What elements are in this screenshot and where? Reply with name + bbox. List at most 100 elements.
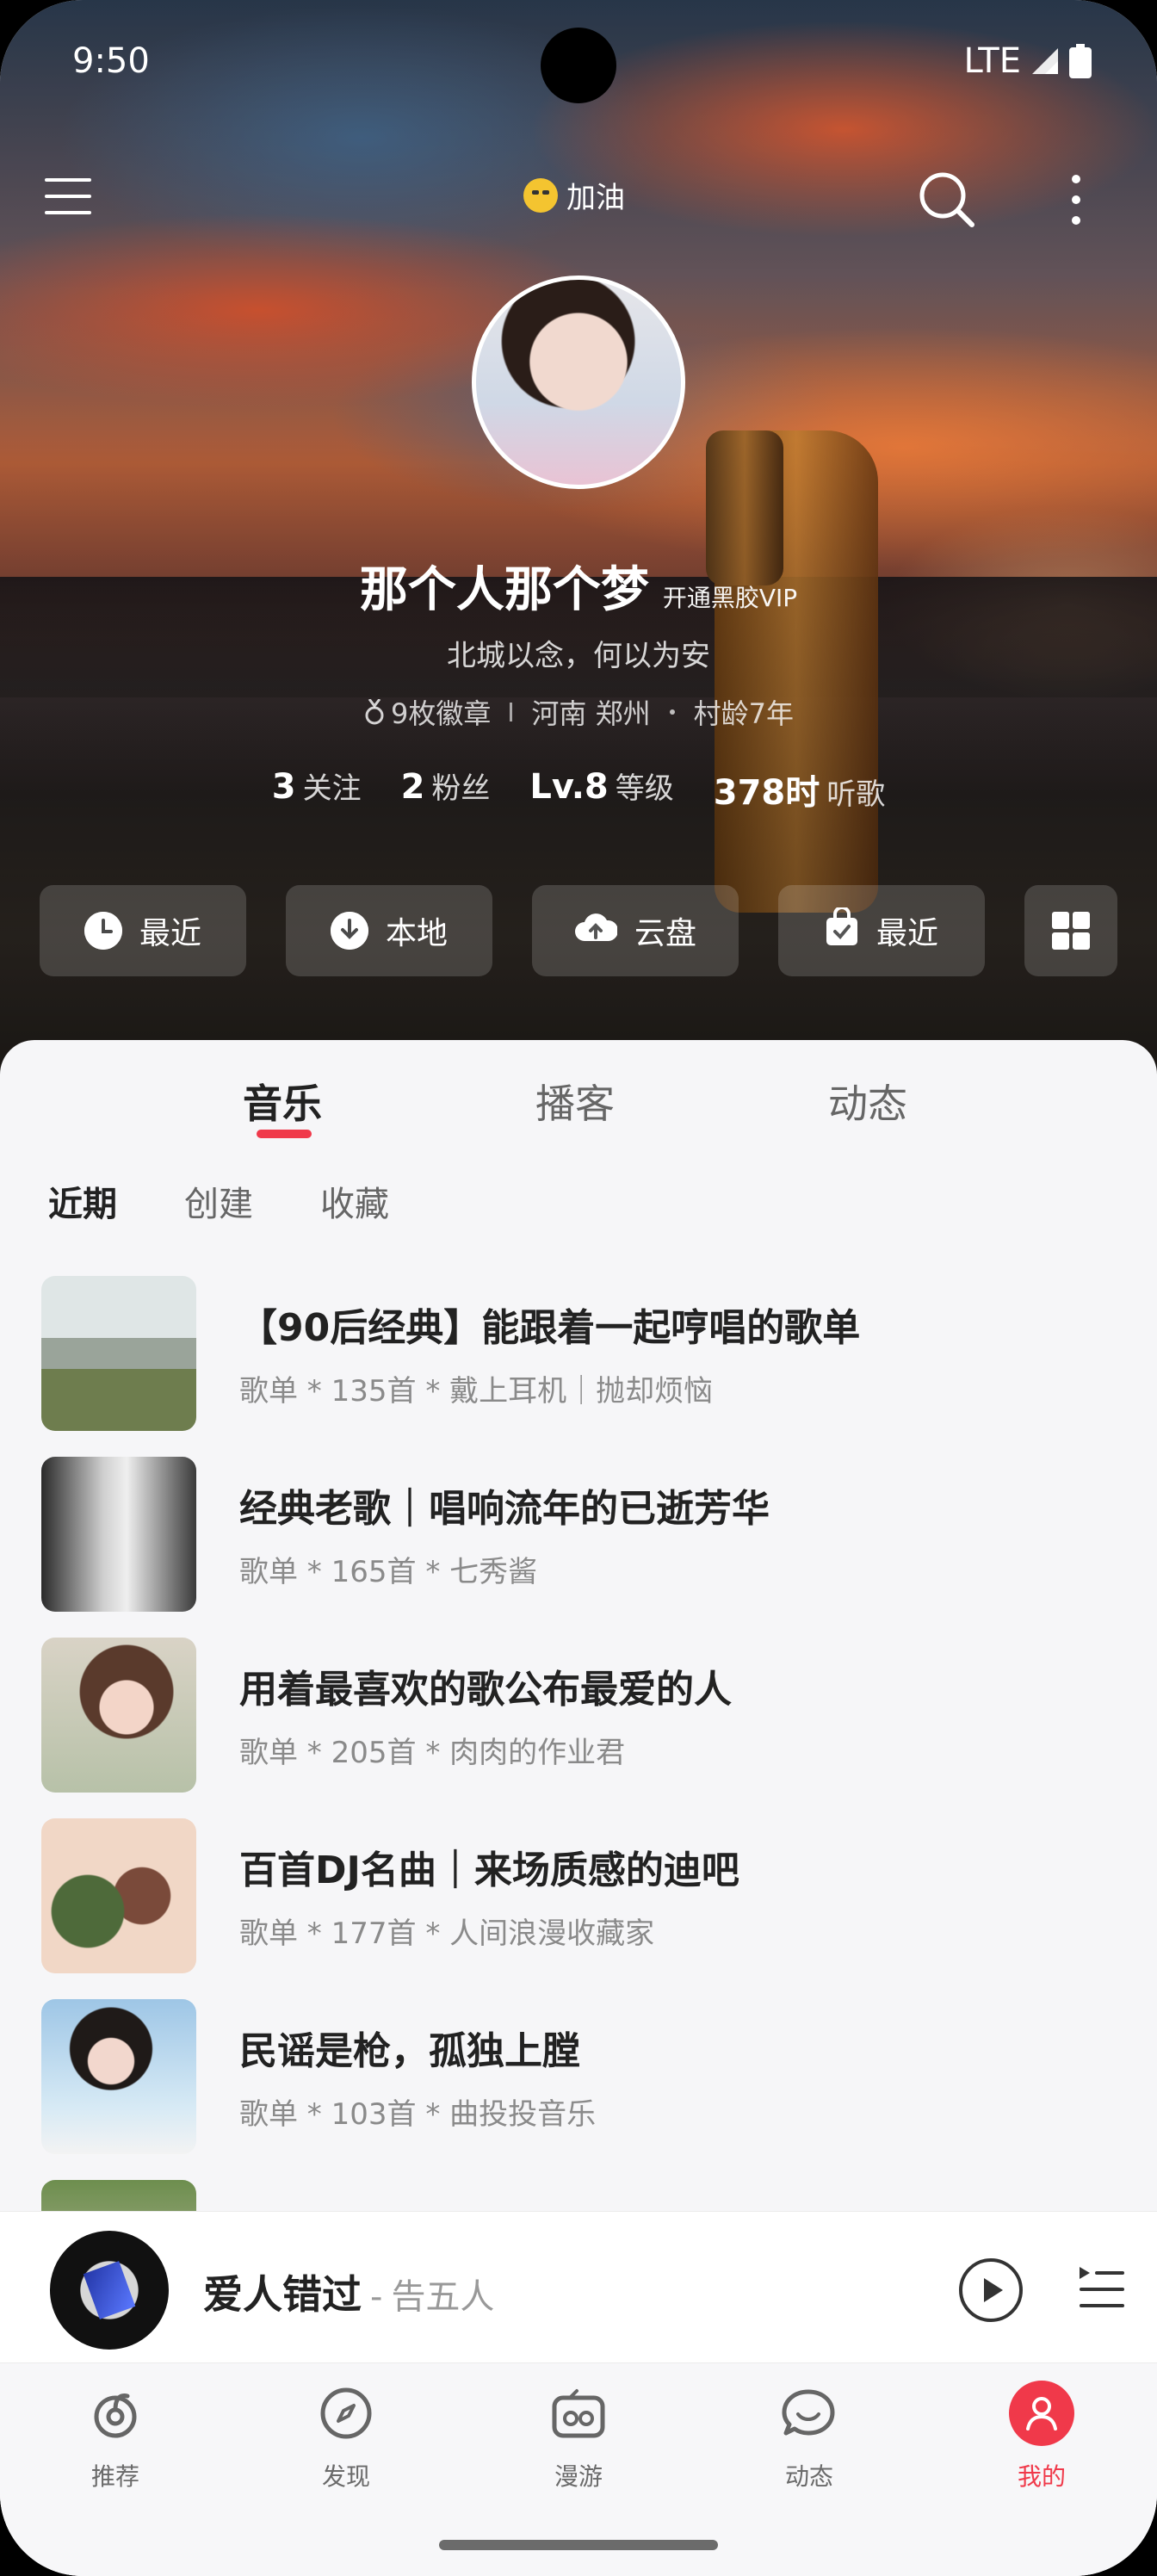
play-icon <box>984 2278 1003 2302</box>
compass-icon <box>313 2381 379 2446</box>
song-separator: - <box>370 2277 383 2317</box>
playlist-title: 民谣是枪，孤独上膛 <box>239 2029 580 2073</box>
more-options-button[interactable] <box>1055 169 1097 231</box>
playlist-title: 【90后经典】能跟着一起哼唱的歌单 <box>239 1306 861 1350</box>
quick-local-label: 本地 <box>385 916 448 951</box>
quick-purchased-button[interactable]: 最近 <box>778 885 985 976</box>
playlist-cover <box>41 1457 196 1612</box>
quick-recent-button[interactable]: 最近 <box>40 885 246 976</box>
song-artist: 告五人 <box>391 2277 495 2317</box>
playlist-subtitle: 歌单 * 165首 * 七秀酱 <box>239 1555 538 1589</box>
menu-button[interactable] <box>41 169 96 224</box>
playlist-cover <box>41 1818 196 1973</box>
album-disc[interactable] <box>50 2231 169 2350</box>
village-age: 村龄7年 <box>693 697 794 730</box>
badges-link[interactable]: 9枚徽章 <box>363 692 491 732</box>
nav-roam[interactable]: 漫游 <box>510 2381 647 2510</box>
playlist-item[interactable]: 用着最喜欢的歌公布最爱的人 歌单 * 205首 * 肉肉的作业君 <box>41 1638 1116 1793</box>
playlist-subtitle: 歌单 * 103首 * 曲投投音乐 <box>239 2097 597 2132</box>
tab-podcast[interactable]: 播客 <box>535 1073 615 1130</box>
badges-label: 9枚徽章 <box>391 697 492 730</box>
playlist-item[interactable]: 民谣是枪，孤独上膛 歌单 * 103首 * 曲投投音乐 <box>41 1999 1116 2154</box>
signature: 北城以念，何以为安 <box>447 639 710 673</box>
playlist-subtitle: 歌单 * 205首 * 肉肉的作业君 <box>239 1736 626 1770</box>
profile-meta: 9枚徽章 河南 郑州 村龄7年 <box>0 692 1157 732</box>
quick-cloud-button[interactable]: 云盘 <box>532 885 739 976</box>
playlist-title: 用着最喜欢的歌公布最爱的人 <box>239 1668 732 1712</box>
tab-moments[interactable]: 动态 <box>828 1073 907 1130</box>
nav-mine[interactable]: 我的 <box>973 2381 1111 2510</box>
cheer-button[interactable]: 加油 <box>523 174 625 216</box>
divider <box>510 703 513 721</box>
subtab-favorites[interactable]: 收藏 <box>320 1176 389 1226</box>
now-playing-info[interactable]: 爱人错过 - 告五人 <box>203 2263 494 2320</box>
quick-recent-label: 最近 <box>139 916 201 951</box>
nav-discover-label: 发现 <box>321 2462 370 2491</box>
nav-mine-label: 我的 <box>1017 2462 1066 2491</box>
profile-stats: 3 关注 2 粉丝 Lv.8 等级 378时 听歌 <box>0 765 1157 814</box>
clock-icon <box>84 912 122 950</box>
quick-cloud-label: 云盘 <box>634 916 696 951</box>
tab-music[interactable]: 音乐 <box>243 1073 322 1130</box>
location: 河南 郑州 <box>531 697 651 730</box>
user-icon <box>1009 2381 1074 2446</box>
battery-icon <box>1069 44 1092 78</box>
more-apps-button[interactable] <box>1024 885 1117 976</box>
quick-purchased-label: 最近 <box>875 916 938 951</box>
divider-dot <box>669 709 675 715</box>
subtab-recent[interactable]: 近期 <box>48 1176 117 1226</box>
hamburger-icon <box>45 178 91 214</box>
shopping-bag-icon <box>825 905 859 955</box>
playlist-subtitle: 歌单 * 177首 * 人间浪漫收藏家 <box>239 1917 655 1951</box>
screen: 9:50 LTE 加油 那个人那个梦 开通黑胶VIP 北城以念，何以为安 9枚徽… <box>0 0 1157 2576</box>
cheer-label: 加油 <box>566 181 625 215</box>
album-art <box>83 2261 136 2319</box>
stat-following[interactable]: 3 关注 <box>272 765 362 814</box>
status-indicators: LTE <box>964 41 1092 81</box>
medal-icon <box>365 699 384 725</box>
active-tab-indicator <box>257 1130 312 1138</box>
subtab-created[interactable]: 创建 <box>184 1176 253 1226</box>
avatar[interactable] <box>472 276 685 489</box>
quick-local-button[interactable]: 本地 <box>286 885 492 976</box>
playlist-title: 经典老歌｜唱响流年的已逝芳华 <box>239 1487 770 1531</box>
playlist-cover <box>41 1276 196 1431</box>
play-button[interactable] <box>959 2258 1023 2322</box>
playlist-cover <box>41 1999 196 2154</box>
home-indicator[interactable] <box>439 2540 718 2550</box>
playlist-item[interactable]: 【90后经典】能跟着一起哼唱的歌单 歌单 * 135首 * 戴上耳机｜抛却烦恼 <box>41 1276 1116 1431</box>
nav-recommend-label: 推荐 <box>90 2462 139 2491</box>
signal-icon <box>1032 48 1058 74</box>
stat-level[interactable]: Lv.8 等级 <box>529 765 673 814</box>
song-title: 爱人错过 <box>203 2271 362 2318</box>
mini-player[interactable]: 爱人错过 - 告五人 <box>0 2211 1157 2362</box>
nav-recommend[interactable]: 推荐 <box>46 2381 184 2510</box>
nav-moments[interactable]: 动态 <box>740 2381 878 2510</box>
emoji-icon <box>523 177 558 213</box>
grid-icon <box>1052 912 1090 950</box>
nav-discover[interactable]: 发现 <box>277 2381 415 2510</box>
playlist-queue-button[interactable] <box>1076 2263 1128 2315</box>
more-vertical-icon <box>1072 175 1080 225</box>
search-icon <box>919 172 974 227</box>
username[interactable]: 那个人那个梦 <box>360 551 649 621</box>
name-row: 那个人那个梦 开通黑胶VIP <box>0 551 1157 621</box>
chat-icon <box>776 2381 842 2446</box>
netease-icon <box>83 2381 148 2446</box>
playlist-item[interactable]: 百首DJ名曲｜来场质感的迪吧 歌单 * 177首 * 人间浪漫收藏家 <box>41 1818 1116 1973</box>
vip-link[interactable]: 开通黑胶VIP <box>663 579 797 614</box>
playlist-item[interactable]: 经典老歌｜唱响流年的已逝芳华 歌单 * 165首 * 七秀酱 <box>41 1457 1116 1612</box>
nav-moments-label: 动态 <box>784 2462 833 2491</box>
queue-icon <box>1080 2267 1124 2307</box>
status-time: 9:50 <box>72 41 150 81</box>
cloud-upload-icon <box>574 910 619 952</box>
playlist-cover <box>41 1638 196 1793</box>
camera-cutout <box>541 28 616 103</box>
search-button[interactable] <box>916 169 978 231</box>
stat-followers[interactable]: 2 粉丝 <box>401 765 491 814</box>
playlist-subtitle: 歌单 * 135首 * 戴上耳机｜抛却烦恼 <box>239 1374 714 1409</box>
stat-listen-hours[interactable]: 378时 听歌 <box>714 765 886 814</box>
radio-icon <box>546 2381 611 2446</box>
playlist-title: 百首DJ名曲｜来场质感的迪吧 <box>239 1848 739 1892</box>
nav-roam-label: 漫游 <box>554 2462 603 2491</box>
